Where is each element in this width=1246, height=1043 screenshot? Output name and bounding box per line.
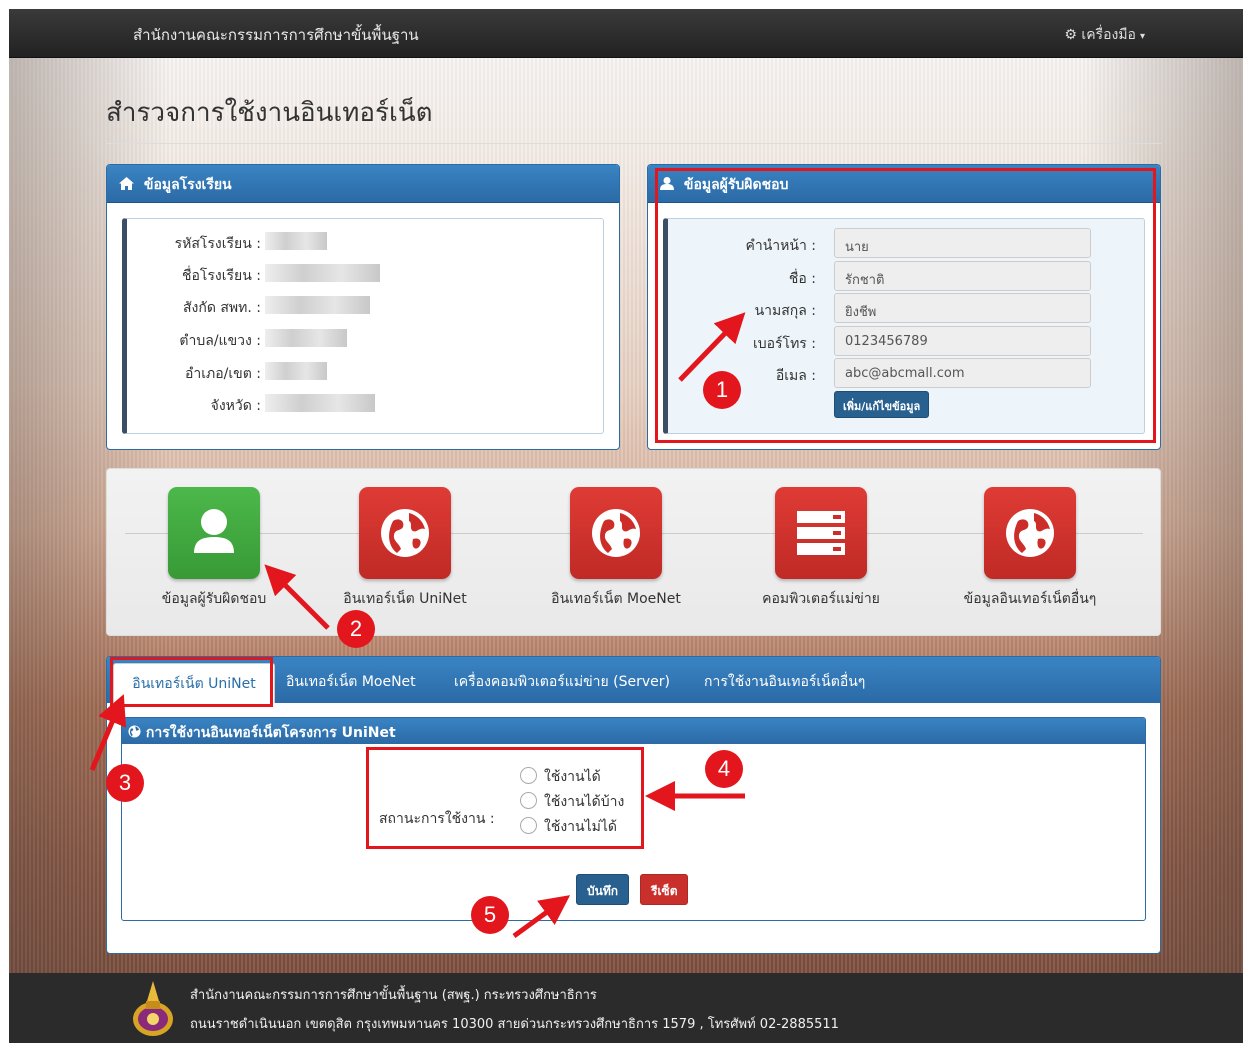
tile-moenet-label: อินเทอร์เน็ต MoeNet [551, 591, 681, 607]
tile-other-internet[interactable]: ข้อมูลอินเทอร์เน็ตอื่นๆ [950, 487, 1110, 610]
tile-moenet[interactable]: อินเทอร์เน็ต MoeNet [536, 487, 696, 610]
school-province-label: จังหวัด : [210, 398, 261, 414]
school-info-box: รหัสโรงเรียน : ชื่อโรงเรียน : สังกัด สพท… [122, 218, 604, 434]
user-icon [194, 509, 234, 553]
school-province-redacted [265, 394, 375, 412]
tile-uninet[interactable]: อินเทอร์เน็ต UniNet [325, 487, 485, 610]
school-district-label: อำเภอ/เขต : [184, 366, 261, 382]
footer: สำนักงานคณะกรรมการการศึกษาขั้นพื้นฐาน (ส… [9, 973, 1243, 1043]
page-title: สำรวจการใช้งานอินเทอร์เน็ต [106, 98, 433, 128]
callout-5: 5 [471, 896, 509, 934]
reset-button[interactable]: รีเซ็ต [640, 874, 689, 905]
tools-menu[interactable]: ⚙ เครื่องมือ ▾ [1064, 24, 1145, 46]
tile-uninet-label: อินเทอร์เน็ต UniNet [343, 591, 467, 607]
footer-address: ถนนราชดำเนินนอก เขตดุสิต กรุงเทพมหานคร 1… [190, 1017, 839, 1032]
callout-3: 3 [106, 764, 144, 802]
school-info-header: ข้อมูลโรงเรียน [107, 165, 619, 203]
tile-uninet-box[interactable] [359, 487, 451, 579]
tools-label: ⚙ เครื่องมือ [1064, 27, 1136, 43]
save-button[interactable]: บันทึก [576, 874, 629, 905]
globe-icon [1006, 509, 1054, 557]
school-info-panel: ข้อมูลโรงเรียน รหัสโรงเรียน : ชื่อโรงเรี… [106, 164, 620, 450]
tile-other-internet-label: ข้อมูลอินเทอร์เน็ตอื่นๆ [963, 591, 1097, 607]
tab-server[interactable]: เครื่องคอมพิวเตอร์แม่ข่าย (Server) [454, 671, 670, 693]
school-subdistrict-label: ตำบล/แขวง : [179, 333, 261, 349]
tile-server-label: คอมพิวเตอร์แม่ข่าย [762, 591, 880, 607]
school-subdistrict-redacted [265, 329, 347, 347]
tile-server[interactable]: คอมพิวเตอร์แม่ข่าย [741, 487, 901, 610]
callout-1: 1 [703, 371, 741, 409]
highlight-uninet-tab [110, 657, 273, 707]
tile-responsible[interactable]: ข้อมูลผู้รับผิดชอบ [134, 487, 294, 610]
school-office-redacted [265, 296, 370, 314]
top-navbar: สำนักงานคณะกรรมการการศึกษาขั้นพื้นฐาน ⚙ … [9, 9, 1243, 58]
uninet-section-title: การใช้งานอินเทอร์เน็ตโครงการ UniNet [145, 725, 396, 741]
school-name-label: ชื่อโรงเรียน : [181, 268, 261, 284]
school-office-label: สังกัด สพท. : [182, 300, 261, 316]
globe-icon [381, 509, 429, 557]
school-info-title: ข้อมูลโรงเรียน [143, 177, 232, 193]
school-code-label: รหัสโรงเรียน : [174, 236, 261, 252]
callout-2: 2 [337, 610, 375, 648]
title-divider [106, 143, 1161, 144]
menu-panel: ข้อมูลผู้รับผิดชอบ อินเทอร์เน็ต UniNet อ… [106, 468, 1161, 636]
uninet-section-header: การใช้งานอินเทอร์เน็ตโครงการ UniNet [122, 718, 1145, 744]
tile-moenet-box[interactable] [570, 487, 662, 579]
tile-server-box[interactable] [775, 487, 867, 579]
school-code-redacted [265, 232, 327, 250]
tile-responsible-label: ข้อมูลผู้รับผิดชอบ [161, 591, 267, 607]
globe-icon [592, 509, 640, 557]
tile-responsible-box[interactable] [168, 487, 260, 579]
tab-moenet[interactable]: อินเทอร์เน็ต MoeNet [286, 671, 416, 693]
highlight-status-options [366, 747, 644, 849]
brand-title[interactable]: สำนักงานคณะกรรมการการศึกษาขั้นพื้นฐาน [133, 23, 419, 47]
school-district-redacted [265, 362, 327, 380]
globe-icon [128, 725, 141, 738]
tile-other-internet-box[interactable] [984, 487, 1076, 579]
tab-other-internet[interactable]: การใช้งานอินเทอร์เน็ตอื่นๆ [704, 671, 865, 693]
home-icon [119, 177, 139, 193]
callout-4: 4 [705, 750, 743, 788]
server-icon [797, 511, 845, 555]
footer-org-name: สำนักงานคณะกรรมการการศึกษาขั้นพื้นฐาน (ส… [190, 988, 597, 1003]
school-name-redacted [265, 264, 380, 282]
chevron-down-icon: ▾ [1139, 31, 1145, 42]
obec-logo [133, 981, 173, 1036]
